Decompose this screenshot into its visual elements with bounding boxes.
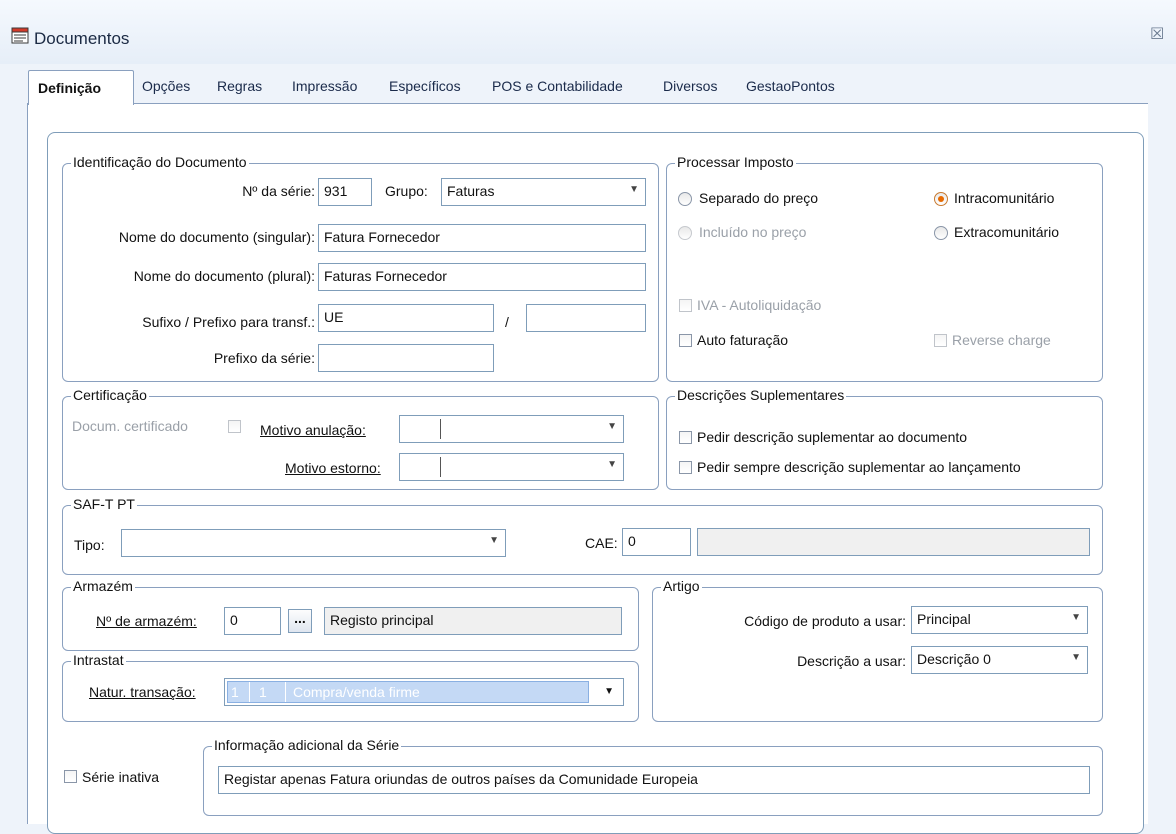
radio-incluido <box>678 226 692 240</box>
checkbox-reverse-charge <box>934 334 947 347</box>
natur-transacao-select[interactable]: 1 1 Compra/venda firme ▼ <box>224 678 624 706</box>
natur-transacao-label: Natur. transação: <box>89 684 196 700</box>
column-divider <box>440 419 441 439</box>
tab-gestaopontos[interactable]: GestaoPontos <box>746 78 835 94</box>
chevron-down-icon: ▼ <box>1071 652 1081 663</box>
extra-label: Extracomunitário <box>954 224 1060 240</box>
tab-especificos[interactable]: Específicos <box>389 78 461 94</box>
checkbox-pedir-lanc[interactable] <box>679 461 692 474</box>
group-title: Armazém <box>71 578 135 594</box>
docum-certificado-label: Docum. certificado <box>72 418 188 434</box>
tipo-label: Tipo: <box>74 537 105 553</box>
descricao-usar-label: Descrição a usar: <box>797 653 906 669</box>
chevron-down-icon: ▼ <box>629 184 639 195</box>
group-title: Processar Imposto <box>675 154 796 170</box>
motivo-estorno-label: Motivo estorno: <box>285 460 381 476</box>
column-divider <box>249 682 250 702</box>
nome-singular-input[interactable]: Fatura Fornecedor <box>318 224 646 252</box>
tab-definicao[interactable]: Definição <box>28 70 134 105</box>
grupo-label: Grupo: <box>385 183 428 199</box>
separado-label: Separado do preço <box>699 190 819 206</box>
serie-input[interactable]: 931 <box>318 178 372 206</box>
group-title: Descrições Suplementares <box>675 387 847 403</box>
group-title: Identificação do Documento <box>71 154 249 170</box>
group-title: SAF-T PT <box>71 496 137 512</box>
tab-pos-contabilidade[interactable]: POS e Contabilidade <box>492 78 623 94</box>
codigo-produto-select[interactable]: Principal ▼ <box>911 606 1088 634</box>
auto-label: Auto faturação <box>697 332 789 348</box>
info-adicional-input[interactable]: Registar apenas Fatura oriundas de outro… <box>218 766 1090 794</box>
title-bar <box>0 0 1176 64</box>
grupo-select[interactable]: Faturas ▼ <box>441 178 646 206</box>
prefixo-transf-input[interactable] <box>526 304 646 332</box>
slash-separator: / <box>505 314 509 330</box>
armazem-description: Registo principal <box>324 607 622 635</box>
checkbox-serie-inativa[interactable] <box>64 770 77 783</box>
window-icon <box>11 27 29 44</box>
window-title: Documentos <box>34 29 130 48</box>
chevron-down-icon: ▼ <box>607 421 617 432</box>
tab-impressao[interactable]: Impressão <box>292 78 357 94</box>
chevron-down-icon: ▼ <box>489 535 499 546</box>
armazem-lookup-button[interactable]: ... <box>288 609 312 633</box>
column-divider <box>440 457 441 477</box>
motivo-anulacao-select[interactable]: ▼ <box>399 415 624 443</box>
nome-singular-label: Nome do documento (singular): <box>118 229 315 245</box>
group-title: Intrastat <box>71 652 126 668</box>
cae-description <box>697 528 1090 556</box>
pedir-doc-label: Pedir descrição suplementar ao documento <box>697 429 968 445</box>
pedir-lanc-label: Pedir sempre descrição suplementar ao la… <box>697 459 1021 475</box>
descricao-usar-select[interactable]: Descrição 0 ▼ <box>911 646 1088 674</box>
armazem-input[interactable]: 0 <box>224 607 281 635</box>
tab-diversos[interactable]: Diversos <box>663 78 717 94</box>
close-icon[interactable]: ☒ <box>1150 24 1164 44</box>
group-title: Informação adicional da Série <box>212 737 402 753</box>
group-title: Artigo <box>661 578 702 594</box>
armazem-label: Nº de armazém: <box>96 613 197 629</box>
tab-regras[interactable]: Regras <box>217 78 262 94</box>
codigo-produto-label: Código de produto a usar: <box>744 613 906 629</box>
checkbox-auto-faturacao[interactable] <box>679 334 692 347</box>
chevron-down-icon: ▼ <box>1071 612 1081 623</box>
tipo-select[interactable]: ▼ <box>121 529 506 557</box>
nome-plural-label: Nome do documento (plural): <box>133 268 315 284</box>
reverse-label: Reverse charge <box>952 332 1051 348</box>
cae-label: CAE: <box>585 535 618 551</box>
radio-intracomunitario[interactable] <box>934 192 948 206</box>
checkbox-docum-certificado <box>228 420 241 433</box>
motivo-estorno-select[interactable]: ▼ <box>399 453 624 481</box>
prefixo-serie-label: Prefixo da série: <box>213 350 315 366</box>
group-title: Certificação <box>71 387 149 403</box>
radio-separado[interactable] <box>678 192 692 206</box>
serie-label: Nº da série: <box>242 183 315 199</box>
cae-input[interactable]: 0 <box>622 528 691 556</box>
chevron-down-icon: ▼ <box>604 686 614 697</box>
radio-extracomunitario[interactable] <box>934 226 948 240</box>
prefixo-serie-input[interactable] <box>318 344 494 372</box>
checkbox-iva-autoliquidacao <box>679 299 692 312</box>
column-divider <box>285 682 286 702</box>
serie-inativa-label: Série inativa <box>82 769 160 785</box>
motivo-anulacao-label: Motivo anulação: <box>260 422 366 438</box>
nome-plural-input[interactable]: Faturas Fornecedor <box>318 263 646 291</box>
tab-opcoes[interactable]: Opções <box>142 78 190 94</box>
intra-label: Intracomunitário <box>954 190 1055 206</box>
sufixo-label: Sufixo / Prefixo para transf.: <box>142 314 315 330</box>
sufixo-input[interactable]: UE <box>318 304 494 332</box>
chevron-down-icon: ▼ <box>607 459 617 470</box>
incluido-label: Incluído no preço <box>699 224 807 240</box>
iva-label: IVA - Autoliquidação <box>697 297 822 313</box>
checkbox-pedir-doc[interactable] <box>679 431 692 444</box>
